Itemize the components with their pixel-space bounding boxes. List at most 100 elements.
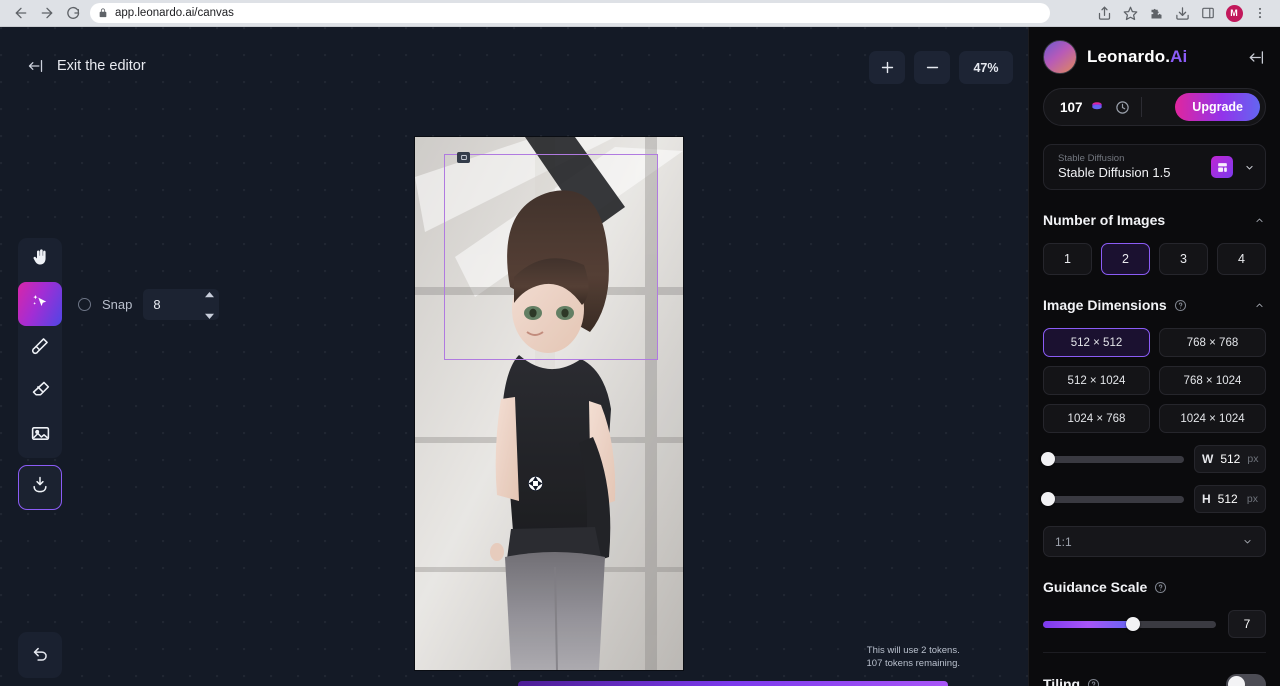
undo-button[interactable]	[18, 632, 62, 678]
info-icon[interactable]	[1174, 299, 1187, 312]
url-text: app.leonardo.ai/canvas	[115, 7, 234, 19]
guidance-scale-slider[interactable]	[1043, 621, 1216, 628]
dimension-option-512x1024[interactable]: 512 × 1024	[1043, 366, 1150, 395]
aspect-ratio-select[interactable]: 1:1	[1043, 526, 1266, 557]
exit-editor-button[interactable]: Exit the editor	[26, 58, 146, 74]
share-icon[interactable]	[1092, 1, 1116, 25]
zoom-level-display[interactable]: 47%	[959, 51, 1013, 84]
info-icon[interactable]	[1154, 581, 1167, 594]
token-usage-line-2: 107 tokens remaining.	[867, 657, 960, 670]
puzzle-icon[interactable]	[1144, 1, 1168, 25]
model-selector[interactable]: Stable Diffusion Stable Diffusion 1.5	[1043, 144, 1266, 190]
kebab-menu-icon[interactable]	[1248, 1, 1272, 25]
brush-tool[interactable]	[18, 326, 62, 370]
model-texts: Stable Diffusion Stable Diffusion 1.5	[1058, 153, 1171, 181]
eraser-tool[interactable]	[18, 370, 62, 414]
address-bar[interactable]: app.leonardo.ai/canvas	[90, 3, 1050, 23]
aspect-ratio-value: 1:1	[1055, 535, 1072, 549]
height-field[interactable]: H 512 px	[1194, 485, 1266, 513]
avatar[interactable]: M	[1222, 1, 1246, 25]
width-unit: px	[1247, 453, 1258, 465]
dimension-option-1024x1024[interactable]: 1024 × 1024	[1159, 404, 1266, 433]
undo-arrow-icon	[31, 643, 50, 667]
dimension-option-768x1024[interactable]: 768 × 1024	[1159, 366, 1266, 395]
number-of-images-option-4[interactable]: 4	[1217, 243, 1266, 275]
width-field[interactable]: W 512 px	[1194, 445, 1266, 473]
dimension-option-1024x768[interactable]: 1024 × 768	[1043, 404, 1150, 433]
upgrade-button[interactable]: Upgrade	[1175, 93, 1260, 121]
magic-select-tool[interactable]	[18, 282, 62, 326]
section-header-number-of-images[interactable]: Number of Images	[1029, 210, 1280, 230]
number-of-images-option-3[interactable]: 3	[1159, 243, 1208, 275]
pill-divider	[1141, 97, 1142, 117]
dimension-option-768x768[interactable]: 768 × 768	[1159, 328, 1266, 357]
guidance-scale-fill	[1043, 621, 1133, 628]
star-icon[interactable]	[1118, 1, 1142, 25]
canvas-workspace[interactable]: Exit the editor 47%	[0, 27, 1028, 686]
sidebar-divider	[1043, 652, 1266, 653]
section-header-image-dimensions[interactable]: Image Dimensions	[1029, 295, 1280, 315]
brand-name-text: Leonardo.	[1087, 47, 1170, 66]
snap-spinner[interactable]	[199, 289, 219, 320]
profile-initial: M	[1226, 5, 1243, 22]
back-arrow-icon[interactable]	[8, 0, 34, 26]
dimension-option-512x512[interactable]: 512 × 512	[1043, 328, 1150, 357]
app-root: Exit the editor 47%	[0, 27, 1280, 686]
canvas-artwork	[415, 137, 683, 670]
width-slider[interactable]	[1043, 456, 1184, 463]
image-tool[interactable]	[18, 414, 62, 458]
image-icon	[30, 423, 51, 449]
guidance-scale-value[interactable]: 7	[1228, 610, 1266, 638]
prompt-bar[interactable]	[518, 681, 948, 686]
eraser-icon	[30, 379, 51, 405]
selection-handle-icon[interactable]	[457, 152, 470, 163]
height-slider[interactable]	[1043, 496, 1184, 503]
download-icon[interactable]	[1170, 1, 1194, 25]
model-kicker: Stable Diffusion	[1058, 153, 1171, 165]
guidance-scale-row: 7	[1029, 610, 1280, 638]
image-dimensions-title: Image Dimensions	[1043, 297, 1167, 313]
zoom-in-button[interactable]	[869, 51, 905, 84]
exit-arrow-icon	[26, 58, 45, 74]
canvas-image[interactable]	[415, 137, 683, 670]
hand-tool[interactable]	[18, 238, 62, 282]
snap-stepper[interactable]: 8	[143, 289, 219, 320]
brand-suffix-text: Ai	[1170, 47, 1187, 66]
chevron-down-icon[interactable]	[1241, 537, 1254, 546]
model-thumbnail-icon	[1211, 156, 1233, 178]
exit-editor-label: Exit the editor	[57, 58, 146, 74]
tiling-title: Tiling	[1043, 676, 1080, 686]
height-row: H 512 px	[1029, 485, 1280, 513]
chevron-up-icon[interactable]	[1253, 301, 1266, 310]
number-of-images-option-2[interactable]: 2	[1101, 243, 1150, 275]
browser-toolbar: app.leonardo.ai/canvas M	[0, 0, 1280, 27]
token-count: 107	[1060, 100, 1083, 115]
chevron-down-icon[interactable]	[205, 306, 214, 324]
width-slider-knob[interactable]	[1041, 452, 1055, 466]
lock-icon	[98, 8, 108, 18]
download-tool[interactable]	[18, 465, 62, 510]
number-of-images-option-1[interactable]: 1	[1043, 243, 1092, 275]
forward-arrow-icon[interactable]	[34, 0, 60, 26]
snap-toggle[interactable]	[78, 298, 91, 311]
tiling-toggle[interactable]	[1226, 674, 1266, 686]
zoom-out-button[interactable]	[914, 51, 950, 84]
snap-control: Snap 8	[78, 289, 219, 320]
chevron-down-icon[interactable]	[1243, 163, 1256, 172]
token-balance-pill: 107 Upgrade	[1043, 88, 1266, 126]
info-icon[interactable]	[1087, 678, 1100, 686]
collapse-panel-icon[interactable]	[1246, 49, 1266, 66]
chevron-up-icon[interactable]	[1253, 216, 1266, 225]
chevron-up-icon[interactable]	[205, 285, 214, 303]
avatar[interactable]	[1043, 40, 1077, 74]
tiling-toggle-knob	[1228, 676, 1245, 686]
reload-icon[interactable]	[60, 0, 86, 26]
height-slider-knob[interactable]	[1041, 492, 1055, 506]
token-coin-icon	[1089, 99, 1105, 115]
side-panel-icon[interactable]	[1196, 1, 1220, 25]
number-of-images-title: Number of Images	[1043, 212, 1165, 228]
guidance-scale-knob[interactable]	[1126, 617, 1140, 631]
token-usage-line-1: This will use 2 tokens.	[867, 644, 960, 657]
snap-value[interactable]: 8	[143, 289, 199, 320]
history-clock-icon[interactable]	[1115, 100, 1130, 115]
